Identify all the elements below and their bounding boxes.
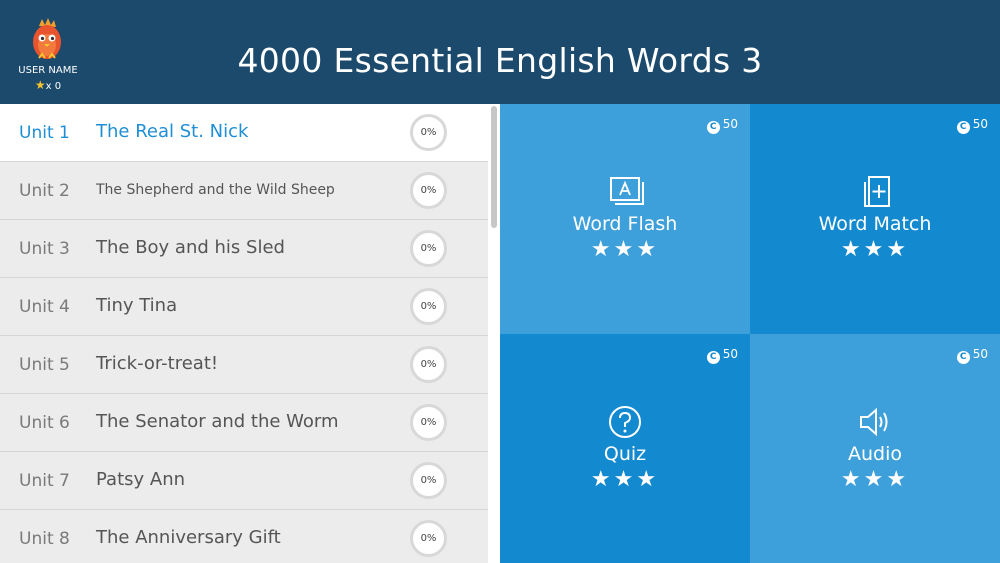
activity-label: Word Match — [818, 213, 932, 235]
unit-number: Unit 3 — [19, 239, 70, 259]
unit-row-2[interactable]: Unit 2 The Shepherd and the Wild Sheep 0… — [0, 162, 488, 220]
unit-number: Unit 4 — [19, 297, 70, 317]
unit-row-3[interactable]: Unit 3 The Boy and his Sled 0% — [0, 220, 488, 278]
card-plus-icon — [864, 176, 890, 207]
activity-label: Word Flash — [572, 213, 678, 235]
progress-ring: 0% — [410, 114, 447, 151]
progress-ring: 0% — [410, 230, 447, 267]
activity-stars: ★★★ — [840, 467, 910, 492]
user-name: USER NAME — [18, 65, 78, 76]
coin-badge: C 50 — [706, 117, 738, 134]
coin-value: 50 — [972, 117, 988, 131]
app-title: 4000 Essential English Words 3 — [237, 41, 763, 80]
unit-row-8[interactable]: Unit 8 The Anniversary Gift 0% — [0, 510, 488, 563]
unit-title: The Senator and the Worm — [96, 411, 339, 432]
unit-row-6[interactable]: Unit 6 The Senator and the Worm 0% — [0, 394, 488, 452]
unit-number: Unit 5 — [19, 355, 70, 375]
avatar-icon — [33, 18, 61, 59]
activity-audio[interactable]: C 50 Audio ★★★ — [750, 334, 1000, 563]
unit-row-7[interactable]: Unit 7 Patsy Ann 0% — [0, 452, 488, 510]
flashcard-icon — [610, 177, 644, 205]
coin-value: 50 — [972, 347, 988, 361]
progress-ring: 0% — [410, 520, 447, 557]
coin-value: 50 — [722, 117, 738, 131]
coin-icon: C — [706, 351, 720, 364]
unit-number: Unit 1 — [19, 123, 70, 143]
star-count: ★x 0 — [10, 78, 86, 92]
coin-badge: C 50 — [956, 117, 988, 134]
activity-stars: ★★★ — [590, 467, 660, 492]
question-icon — [609, 406, 641, 438]
unit-number: Unit 6 — [19, 413, 70, 433]
speaker-icon — [860, 407, 888, 437]
unit-row-5[interactable]: Unit 5 Trick-or-treat! 0% — [0, 336, 488, 394]
unit-title: Patsy Ann — [96, 469, 186, 490]
scroll-thumb[interactable] — [491, 106, 497, 228]
unit-title: Trick-or-treat! — [96, 353, 219, 374]
coin-icon: C — [956, 121, 970, 134]
star-count-text: x 0 — [45, 81, 62, 92]
progress-ring: 0% — [410, 288, 447, 325]
unit-title: The Anniversary Gift — [96, 527, 281, 548]
coin-icon: C — [706, 121, 720, 134]
unit-list[interactable]: Unit 1 The Real St. Nick 0% Unit 2 The S… — [0, 104, 488, 563]
header-bar: USER NAME ★x 0 4000 Essential English Wo… — [0, 0, 1000, 104]
unit-list-scrollbar[interactable] — [488, 104, 500, 563]
unit-row-1[interactable]: Unit 1 The Real St. Nick 0% — [0, 104, 488, 162]
star-icon: ★ — [34, 78, 46, 92]
activity-quiz[interactable]: C 50 Quiz ★★★ — [500, 334, 750, 563]
progress-ring: 0% — [410, 462, 447, 499]
unit-number: Unit 8 — [19, 529, 70, 549]
progress-ring: 0% — [410, 346, 447, 383]
activity-word-match[interactable]: C 50 Word Match ★★★ — [750, 104, 1000, 334]
unit-title: The Shepherd and the Wild Sheep — [96, 182, 335, 198]
activity-word-flash[interactable]: C 50 Word Flash ★★★ — [500, 104, 750, 334]
unit-title: Tiny Tina — [96, 295, 178, 316]
activity-label: Quiz — [603, 443, 647, 465]
app-root: USER NAME ★x 0 4000 Essential English Wo… — [0, 0, 1000, 563]
coin-icon: C — [956, 351, 970, 364]
progress-ring: 0% — [410, 404, 447, 441]
coin-value: 50 — [722, 347, 738, 361]
activity-stars: ★★★ — [590, 237, 660, 262]
activity-label: Audio — [847, 443, 902, 465]
unit-row-4[interactable]: Unit 4 Tiny Tina 0% — [0, 278, 488, 336]
progress-ring: 0% — [410, 172, 447, 209]
coin-badge: C 50 — [956, 347, 988, 364]
unit-number: Unit 7 — [19, 471, 70, 491]
unit-title: The Real St. Nick — [96, 121, 249, 142]
unit-title: The Boy and his Sled — [96, 237, 285, 258]
activity-stars: ★★★ — [840, 237, 910, 262]
coin-badge: C 50 — [706, 347, 738, 364]
user-profile[interactable]: USER NAME ★x 0 — [10, 14, 86, 94]
unit-number: Unit 2 — [19, 181, 70, 201]
